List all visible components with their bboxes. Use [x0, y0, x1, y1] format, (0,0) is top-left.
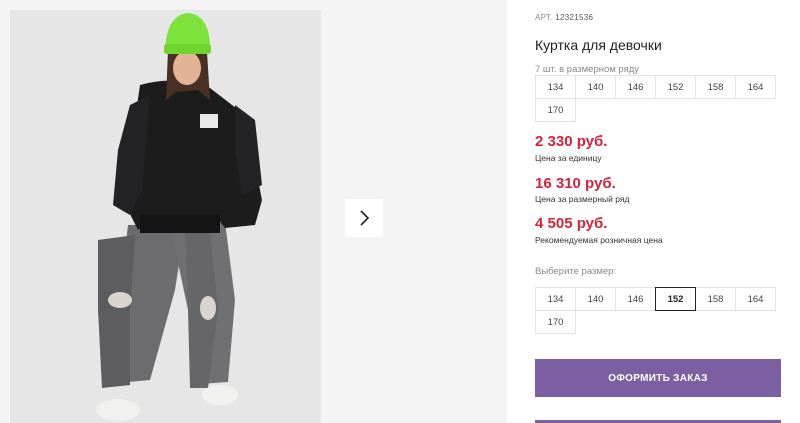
size-option[interactable]: 158 [695, 287, 736, 311]
size-select-label: Выберите размер: [535, 266, 617, 277]
unit-price-caption: Цена за единицу [535, 153, 602, 163]
pack-size-cell: 140 [575, 75, 616, 99]
product-title: Куртка для девочки [535, 37, 662, 53]
size-select-grid: 134 140 146 152 158 164 170 [535, 287, 781, 334]
pack-size-cell: 146 [615, 75, 656, 99]
product-photo-illustration [10, 10, 321, 423]
pack-size-label: 7 шт. в размерном ряду [535, 64, 640, 75]
pack-size-cell: 158 [695, 75, 736, 99]
product-sku: АРТ. 12321536 [535, 13, 593, 22]
size-option[interactable]: 146 [615, 287, 656, 311]
size-option[interactable]: 134 [535, 287, 576, 311]
unit-price: 2 330 руб. [535, 133, 608, 150]
pack-size-cell: 134 [535, 75, 576, 99]
pack-price: 16 310 руб. [535, 175, 616, 192]
sku-label: АРТ. [535, 13, 553, 22]
retail-price-caption: Рекомендуемая розничная цена [535, 235, 663, 245]
product-photo [10, 10, 321, 423]
size-option[interactable]: 140 [575, 287, 616, 311]
pack-size-grid: 134 140 146 152 158 164 170 [535, 75, 781, 122]
chevron-right-icon [360, 210, 370, 226]
pack-size-cell: 170 [535, 98, 576, 122]
size-option[interactable]: 164 [735, 287, 776, 311]
pack-price-caption: Цена за размерный ряд [535, 194, 630, 204]
pack-size-cell: 152 [655, 75, 696, 99]
place-order-button[interactable]: ОФОРМИТЬ ЗАКАЗ [535, 359, 781, 397]
sku-value: 12321536 [555, 13, 594, 22]
product-gallery [0, 0, 507, 423]
next-image-button[interactable] [345, 199, 383, 237]
pack-size-cell: 164 [735, 75, 776, 99]
retail-price: 4 505 руб. [535, 215, 608, 232]
size-option-selected[interactable]: 152 [655, 287, 696, 311]
size-option[interactable]: 170 [535, 310, 576, 334]
